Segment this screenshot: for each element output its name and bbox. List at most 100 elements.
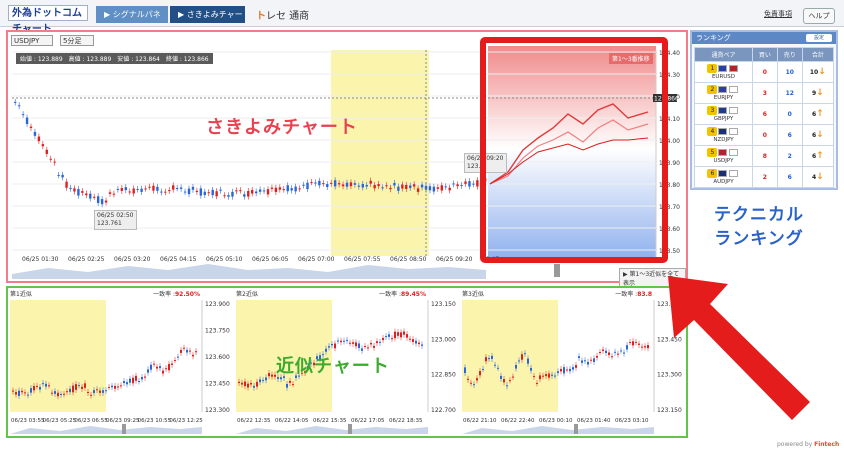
x-tick-label: 06/25 06:05 bbox=[252, 256, 289, 263]
x-tick-label: 06/23 06:55 bbox=[74, 418, 108, 424]
scroll-handle[interactable] bbox=[574, 424, 578, 434]
candle-body bbox=[389, 187, 392, 190]
similar-chart-1[interactable]: 第1近似 一致率 :92.50% 123.900 123.750 123.600 123.… bbox=[10, 290, 232, 434]
ranking-annotation-line2: ランキング bbox=[714, 229, 804, 249]
candle-body bbox=[557, 371, 559, 374]
candle-body bbox=[180, 349, 182, 353]
timeframe-select[interactable]: 5分足 bbox=[60, 35, 94, 46]
total-cell: 6↑ bbox=[801, 103, 835, 125]
help-button[interactable]: ヘルプ bbox=[803, 8, 835, 24]
similar-annotation: 近似チャート bbox=[276, 356, 390, 377]
arrow-down-icon: ↓ bbox=[818, 67, 826, 77]
similar-chart-3[interactable]: 第3近似 一致率 :83.8 123.600 123.450 123.300 123.15… bbox=[462, 290, 684, 434]
candle-body bbox=[572, 367, 574, 370]
candle-body bbox=[112, 193, 116, 195]
tab-sakiyomi-chart[interactable]: ▶ さきよみチャート bbox=[170, 6, 245, 36]
ranking-header: ランキング 設定 bbox=[692, 32, 836, 44]
candle-body bbox=[584, 360, 586, 362]
scroll-handle[interactable] bbox=[348, 424, 352, 434]
col-sell[interactable]: 売り bbox=[776, 47, 803, 62]
candle-body bbox=[235, 190, 238, 192]
candle-body bbox=[302, 184, 305, 186]
candle-body bbox=[578, 356, 580, 359]
candle-body bbox=[17, 105, 21, 107]
candle-body bbox=[84, 383, 86, 388]
candle-body bbox=[566, 369, 568, 371]
candle-body bbox=[420, 184, 424, 188]
candle-body bbox=[369, 180, 372, 184]
candle-body bbox=[77, 189, 80, 196]
flag-icon bbox=[729, 86, 739, 93]
candle-body bbox=[376, 341, 378, 344]
candle-body bbox=[476, 378, 478, 381]
rank-number: 1 bbox=[707, 64, 718, 73]
x-tick-label: 06/23 05:25 bbox=[43, 418, 77, 424]
candle-body bbox=[448, 187, 451, 191]
candle-body bbox=[286, 185, 289, 192]
pair-name: GBPJPY bbox=[713, 116, 734, 122]
match-label: 一致率 : bbox=[379, 291, 401, 298]
ranking-annotation-line1: テクニカル bbox=[714, 205, 804, 225]
candle-body bbox=[361, 183, 364, 188]
pair-select[interactable]: USDJPY bbox=[11, 35, 53, 46]
col-buy[interactable]: 買い bbox=[751, 47, 778, 62]
flag-icon bbox=[718, 128, 728, 135]
ranking-row[interactable]: 3 GBPJPY 6 0 6↑ bbox=[694, 103, 835, 125]
ranking-title: ランキング bbox=[696, 34, 731, 42]
candle-body bbox=[388, 334, 390, 337]
tab-signal-panel[interactable]: ▶ シグナルパネル bbox=[96, 6, 168, 36]
candle-body bbox=[602, 349, 604, 351]
candle-body bbox=[65, 181, 68, 188]
x-tick-label: 06/23 03:10 bbox=[615, 418, 649, 424]
ranking-row[interactable]: 4 NZDJPY 0 6 6↓ bbox=[694, 124, 835, 146]
candle-body bbox=[41, 144, 45, 147]
disclaimer-link[interactable]: 免責事項 bbox=[764, 9, 792, 19]
buy-count: 2 bbox=[751, 166, 778, 188]
col-pair[interactable]: 通貨ペア bbox=[694, 47, 753, 62]
candle-body bbox=[337, 340, 339, 342]
arrow-down-icon: ↓ bbox=[816, 130, 824, 140]
flag-icon bbox=[718, 107, 728, 114]
candle-body bbox=[126, 382, 128, 385]
candle-body bbox=[412, 339, 414, 342]
candle-body bbox=[365, 184, 368, 187]
ranking-settings-button[interactable]: 設定 bbox=[806, 34, 832, 42]
x-tick-label: 06/25 04:15 bbox=[160, 256, 197, 263]
candle-body bbox=[199, 188, 203, 196]
candle-body bbox=[105, 390, 107, 392]
pair-name: NZDJPY bbox=[713, 137, 734, 143]
ranking-row[interactable]: 5 USDJPY 8 2 6↑ bbox=[694, 145, 835, 167]
ohlc-readout: 始値 : 123.889 高値 : 123.889 安値 : 123.864 終… bbox=[16, 53, 213, 64]
scroll-handle[interactable] bbox=[554, 264, 560, 277]
candle-body bbox=[467, 378, 469, 380]
candle-body bbox=[132, 188, 135, 194]
candle-body bbox=[518, 360, 520, 362]
candle-body bbox=[99, 390, 101, 393]
scroll-handle[interactable] bbox=[122, 424, 126, 434]
candle-body bbox=[590, 359, 592, 361]
arrow-down-icon: ↓ bbox=[816, 172, 824, 182]
candle-body bbox=[530, 367, 532, 371]
col-total[interactable]: 合計 bbox=[801, 47, 835, 62]
ranking-row[interactable]: 1 EURUSD 0 10 10↓ bbox=[694, 61, 835, 83]
candle-body bbox=[382, 337, 384, 341]
candle-body bbox=[400, 332, 402, 338]
candle-body bbox=[385, 185, 388, 187]
candle-body bbox=[482, 368, 484, 370]
candle-body bbox=[436, 187, 440, 189]
candle-body bbox=[617, 353, 619, 355]
candle-body bbox=[120, 385, 122, 387]
candle-body bbox=[370, 342, 372, 345]
candle-body bbox=[644, 346, 646, 348]
candle-body bbox=[144, 376, 146, 378]
rank-number: 3 bbox=[707, 106, 718, 115]
candle-body bbox=[605, 350, 607, 354]
candle-body bbox=[343, 340, 345, 342]
ranking-row[interactable]: 6 AUDJPY 2 6 4↓ bbox=[694, 166, 835, 188]
candle-body bbox=[66, 391, 68, 393]
candle-body bbox=[114, 385, 116, 389]
candle-body bbox=[15, 392, 17, 395]
sakiyomi-annotation: さきよみチャート bbox=[206, 117, 358, 138]
ranking-row[interactable]: 2 EURJPY 3 12 9↓ bbox=[694, 82, 835, 104]
candle-body bbox=[638, 343, 640, 345]
